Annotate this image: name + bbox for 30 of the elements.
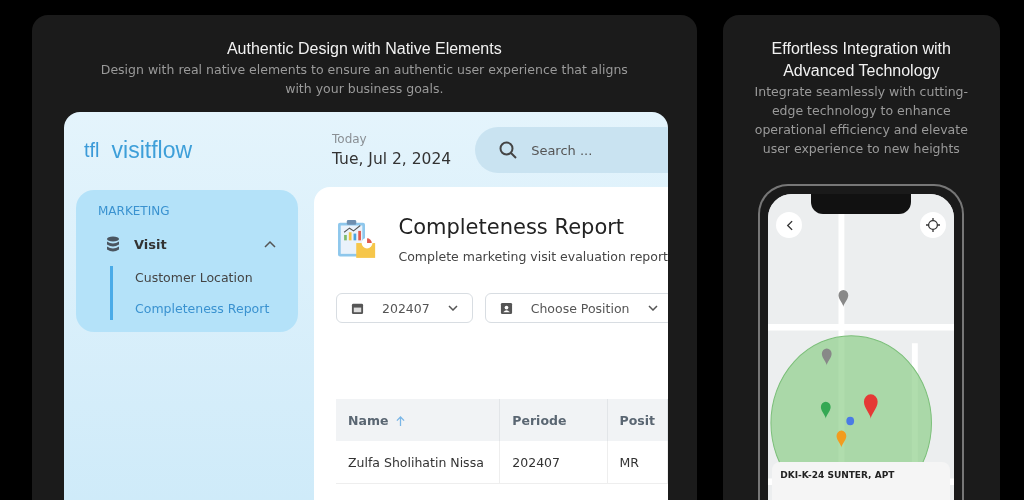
- logo-text: visitflow: [111, 136, 193, 164]
- menu-item[interactable]: Customer Location: [135, 270, 276, 285]
- badge-icon: [499, 301, 513, 315]
- table-cell: MR: [607, 441, 668, 484]
- crosshair-icon: [926, 218, 941, 232]
- menu-group[interactable]: Visit: [98, 236, 276, 252]
- chevron-down-icon: [447, 305, 458, 311]
- calendar-icon: [351, 301, 364, 315]
- period-dropdown[interactable]: 202407: [336, 293, 473, 323]
- position-dropdown[interactable]: Choose Position: [484, 293, 668, 323]
- column-header[interactable]: Periode: [499, 399, 608, 441]
- feature-description: Design with real native elements to ensure an authentic user experience that aligns with your business goals.: [99, 61, 629, 98]
- column-header[interactable]: Posit: [607, 399, 668, 441]
- logo-mark: tfl: [84, 138, 100, 162]
- table-cell: Zulfa Sholihatin Nissa: [336, 441, 500, 484]
- feature-title: Authentic Design with Native Elements: [226, 39, 502, 59]
- page-subtitle: Complete marketing visit evaluation report: [398, 248, 668, 264]
- date-text: Tue, Jul 2, 2024: [332, 150, 452, 168]
- feature-title: Effortless Integration with Advanced Technology: [770, 39, 952, 81]
- chevron-left-icon: [785, 219, 793, 231]
- column-header[interactable]: Name: [336, 399, 500, 441]
- table-cell: 202407: [499, 441, 608, 484]
- feature-description: Integrate seamlessly with cutting-edge technology to enhance operational efficiency and elevate user experience to new heights: [753, 83, 970, 158]
- page-title: Completeness Report: [398, 214, 626, 239]
- date-label: Today: [332, 132, 368, 146]
- search-field[interactable]: Search ...: [475, 127, 668, 173]
- chevron-down-icon: [647, 305, 658, 311]
- section-label: MARKETING: [98, 204, 171, 218]
- database-icon: [106, 236, 120, 252]
- location-card: DKI-K-24 SUNTER, APT: [772, 462, 951, 500]
